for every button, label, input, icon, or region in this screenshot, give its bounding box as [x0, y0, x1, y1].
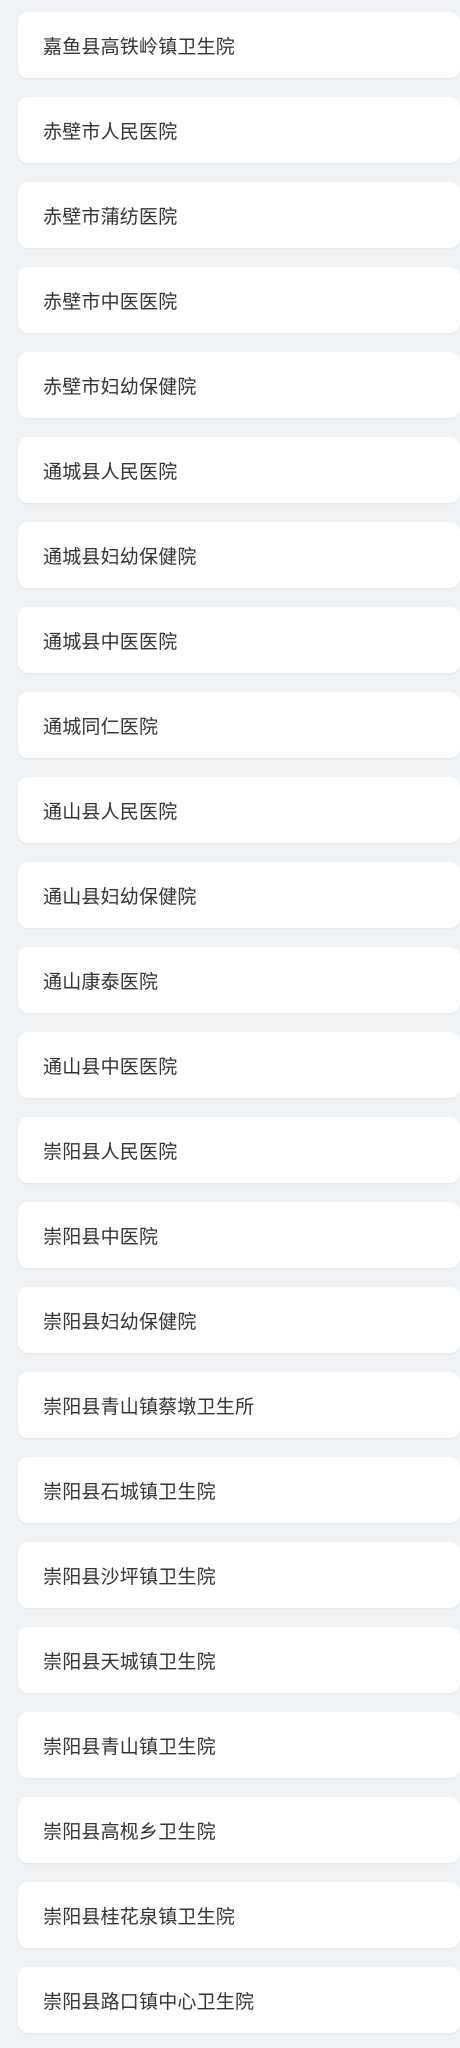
hospital-item[interactable]: 赤壁市妇幼保健院	[18, 352, 460, 418]
hospital-name: 通山县人民医院	[43, 800, 178, 823]
hospital-item[interactable]: 通城县人民医院	[18, 437, 460, 503]
hospital-item[interactable]: 崇阳县中医院	[18, 1202, 460, 1268]
hospital-name: 赤壁市人民医院	[43, 120, 178, 143]
hospital-name: 崇阳县高枧乡卫生院	[43, 1820, 216, 1843]
hospital-item[interactable]: 崇阳县天城镇卫生院	[18, 1627, 460, 1693]
hospital-item[interactable]: 崇阳县石城镇卫生院	[18, 1457, 460, 1523]
hospital-name: 崇阳县人民医院	[43, 1140, 178, 1163]
hospital-item[interactable]: 崇阳县人民医院	[18, 1117, 460, 1183]
hospital-name: 崇阳县沙坪镇卫生院	[43, 1565, 216, 1588]
hospital-name: 赤壁市蒲纺医院	[43, 205, 178, 228]
hospital-name: 通城县妇幼保健院	[43, 545, 197, 568]
hospital-name: 崇阳县路口镇中心卫生院	[43, 1990, 255, 2013]
hospital-name: 崇阳县妇幼保健院	[43, 1310, 197, 1333]
hospital-name: 通城县中医医院	[43, 630, 178, 653]
hospital-name: 通城县人民医院	[43, 460, 178, 483]
hospital-name: 赤壁市妇幼保健院	[43, 375, 197, 398]
hospital-item[interactable]: 崇阳县桂花泉镇卫生院	[18, 1882, 460, 1948]
hospital-item[interactable]: 通山县中医医院	[18, 1032, 460, 1098]
hospital-name: 嘉鱼县高铁岭镇卫生院	[43, 35, 236, 58]
hospital-item[interactable]: 崇阳县青山镇蔡墩卫生所	[18, 1372, 460, 1438]
hospital-name: 崇阳县桂花泉镇卫生院	[43, 1905, 236, 1928]
hospital-item[interactable]: 通城县中医医院	[18, 607, 460, 673]
hospital-name: 通山县中医医院	[43, 1055, 178, 1078]
hospital-item[interactable]: 通山县人民医院	[18, 777, 460, 843]
hospital-name: 通山县妇幼保健院	[43, 885, 197, 908]
hospital-item[interactable]: 赤壁市人民医院	[18, 97, 460, 163]
hospital-name: 赤壁市中医医院	[43, 290, 178, 313]
hospital-list-page: 嘉鱼县高铁岭镇卫生院 赤壁市人民医院 赤壁市蒲纺医院 赤壁市中医医院 赤壁市妇幼…	[0, 0, 460, 2048]
hospital-item[interactable]: 通城同仁医院	[18, 692, 460, 758]
hospital-name: 崇阳县石城镇卫生院	[43, 1480, 216, 1503]
hospital-item[interactable]: 嘉鱼县高铁岭镇卫生院	[18, 12, 460, 78]
hospital-name: 崇阳县天城镇卫生院	[43, 1650, 216, 1673]
hospital-name: 崇阳县青山镇蔡墩卫生所	[43, 1395, 255, 1418]
hospital-item[interactable]: 赤壁市蒲纺医院	[18, 182, 460, 248]
hospital-name: 崇阳县中医院	[43, 1225, 159, 1248]
hospital-item[interactable]: 通山康泰医院	[18, 947, 460, 1013]
hospital-name: 通山康泰医院	[43, 970, 159, 993]
hospital-item[interactable]: 通城县妇幼保健院	[18, 522, 460, 588]
hospital-item[interactable]: 崇阳县高枧乡卫生院	[18, 1797, 460, 1863]
hospital-item[interactable]: 崇阳县路口镇中心卫生院	[18, 1967, 460, 2033]
hospital-item[interactable]: 崇阳县妇幼保健院	[18, 1287, 460, 1353]
hospital-name: 通城同仁医院	[43, 715, 159, 738]
hospital-item[interactable]: 崇阳县青山镇卫生院	[18, 1712, 460, 1778]
hospital-item[interactable]: 赤壁市中医医院	[18, 267, 460, 333]
hospital-item[interactable]: 通山县妇幼保健院	[18, 862, 460, 928]
hospital-name: 崇阳县青山镇卫生院	[43, 1735, 216, 1758]
hospital-item[interactable]: 崇阳县沙坪镇卫生院	[18, 1542, 460, 1608]
